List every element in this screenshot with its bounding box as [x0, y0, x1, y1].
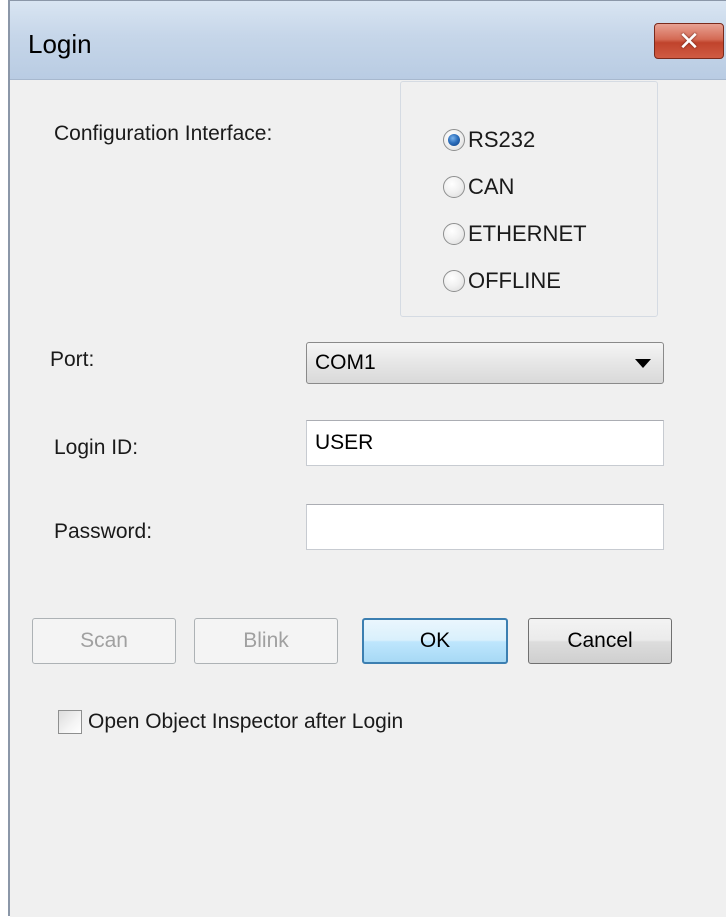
chevron-down-icon[interactable] [635, 359, 651, 368]
login-dialog: Login ✕ Configuration Interface: RS232 C… [8, 0, 726, 917]
password-label: Password: [54, 520, 153, 543]
interface-radio-group: RS232 CAN ETHERNET OFFLINE [400, 81, 658, 317]
blink-button[interactable]: Blink [194, 618, 338, 664]
radio-selected-dot [448, 134, 460, 146]
open-inspector-option[interactable]: Open Object Inspector after Login [58, 710, 403, 734]
radio-option-ethernet[interactable]: ETHERNET [443, 218, 587, 250]
open-inspector-checkbox[interactable] [58, 710, 82, 734]
login-id-label: Login ID: [54, 436, 139, 459]
config-interface-label: Configuration Interface: [54, 122, 273, 145]
password-input[interactable] [306, 504, 664, 550]
radio-label-offline: OFFLINE [468, 268, 561, 293]
cancel-button[interactable]: Cancel [528, 618, 672, 664]
port-label: Port: [50, 348, 95, 371]
radio-button-ethernet[interactable] [443, 223, 465, 245]
radio-option-can[interactable]: CAN [443, 171, 514, 203]
close-button[interactable]: ✕ [654, 23, 724, 59]
radio-button-can[interactable] [443, 176, 465, 198]
radio-button-rs232[interactable] [443, 129, 465, 151]
window-title: Login [28, 29, 92, 59]
radio-option-offline[interactable]: OFFLINE [443, 265, 561, 297]
open-inspector-label: Open Object Inspector after Login [88, 710, 404, 733]
ok-button[interactable]: OK [362, 618, 508, 664]
radio-label-rs232: RS232 [468, 127, 536, 152]
radio-label-can: CAN [468, 174, 515, 199]
port-select[interactable]: COM1 [306, 342, 664, 384]
scan-button[interactable]: Scan [32, 618, 176, 664]
login-id-input[interactable] [306, 420, 664, 466]
close-icon: ✕ [678, 25, 700, 56]
radio-option-rs232[interactable]: RS232 [443, 124, 535, 156]
title-bar[interactable]: Login ✕ [10, 1, 726, 80]
port-select-value: COM1 [315, 351, 376, 374]
radio-label-ethernet: ETHERNET [468, 221, 587, 246]
radio-button-offline[interactable] [443, 270, 465, 292]
dialog-body: Configuration Interface: RS232 CAN ETHER… [10, 80, 726, 917]
